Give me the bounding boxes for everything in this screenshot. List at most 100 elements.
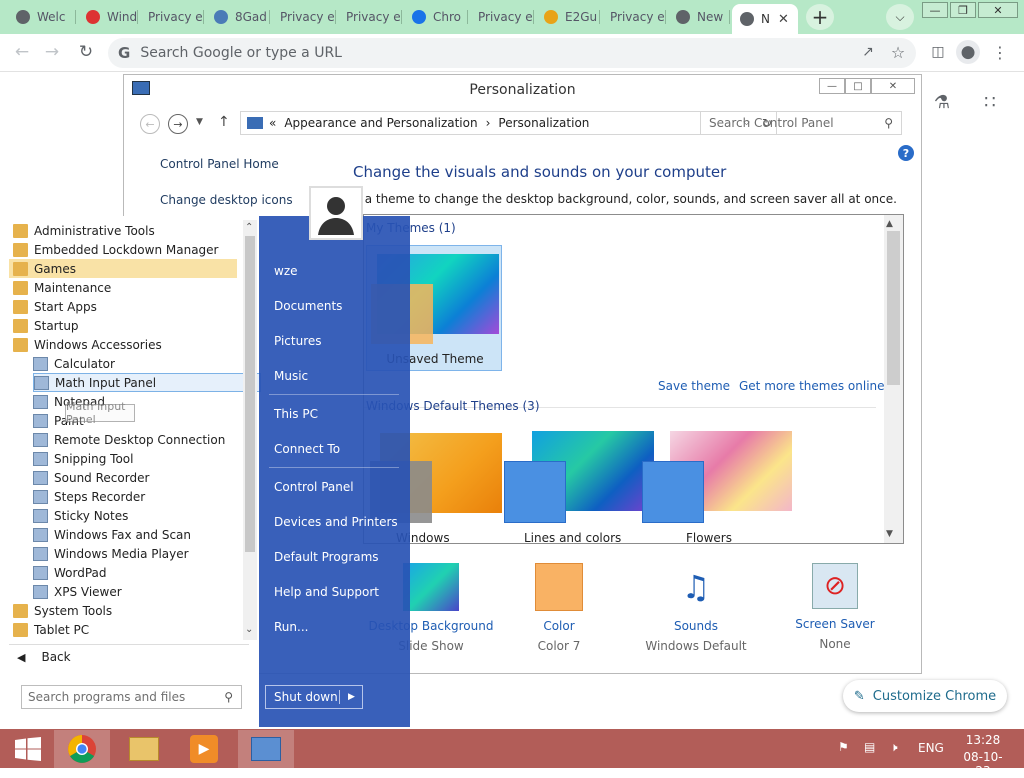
start-right-item[interactable]: Music [274, 369, 308, 383]
cp-recent-dropdown[interactable]: ▼ [196, 117, 203, 127]
tab-5[interactable]: Privacy e [272, 4, 336, 30]
omnibox[interactable]: G Search Google or type a URL [108, 38, 916, 68]
start-right-item[interactable]: Default Programs [274, 550, 379, 564]
profile-button[interactable]: ● [956, 40, 980, 64]
start-search-input[interactable]: Search programs and files ⚲ [21, 685, 242, 709]
tab-6[interactable]: Privacy e [338, 4, 402, 30]
theme-flowers[interactable]: Flowers [642, 425, 792, 545]
user-avatar[interactable] [309, 186, 363, 240]
theme-lines-and-colors[interactable]: Lines and colors [504, 425, 654, 545]
sounds-item[interactable]: ♫ Sounds Windows Default [636, 563, 756, 653]
restore-button[interactable]: ❐ [950, 2, 976, 18]
breadcrumb-appearance[interactable]: Appearance and Personalization [284, 116, 477, 130]
cp-address-bar[interactable]: « Appearance and Personalization › Perso… [240, 111, 777, 135]
scrollbar-thumb[interactable] [887, 231, 900, 385]
scroll-up-arrow[interactable]: ⌃ [245, 222, 253, 233]
customize-chrome-button[interactable]: ✎ Customize Chrome [843, 680, 1007, 712]
tab-12[interactable]: N ✕ [732, 4, 798, 34]
cp-close-button[interactable]: ✕ [871, 78, 915, 94]
tab-3[interactable]: Privacy e [140, 4, 204, 30]
control-panel-home-link[interactable]: Control Panel Home [160, 157, 279, 171]
program-item[interactable]: Sticky Notes [33, 506, 261, 525]
close-tab-icon[interactable]: ✕ [778, 12, 789, 27]
clock[interactable]: 13:28 08-10-23 [958, 733, 1008, 778]
cp-search-input[interactable]: Search Control Panel ⚲ [700, 111, 902, 135]
start-right-item[interactable]: Control Panel [274, 480, 354, 494]
close-window-button[interactable]: ✕ [978, 2, 1018, 18]
program-item[interactable]: WordPad [33, 563, 261, 582]
network-icon[interactable]: ▤ [864, 740, 875, 754]
volume-muted-icon[interactable]: 🕨 [890, 740, 898, 755]
chrome-menu-button[interactable]: ⋮ [988, 40, 1012, 64]
program-item[interactable]: Steps Recorder [33, 487, 261, 506]
share-button[interactable]: ↗ [856, 40, 880, 64]
change-desktop-icons-link[interactable]: Change desktop icons [160, 193, 293, 207]
program-item[interactable]: XPS Viewer [33, 582, 261, 601]
color-item[interactable]: Color Color 7 [504, 563, 614, 653]
start-right-item[interactable]: This PC [274, 407, 318, 421]
back-button[interactable]: ◀ Back [17, 650, 71, 664]
scroll-down-arrow[interactable]: ▼ [886, 529, 893, 539]
side-panel-button[interactable]: ◫ [926, 40, 950, 64]
start-right-item[interactable]: Connect To [274, 442, 340, 456]
start-right-item[interactable]: wze [274, 264, 298, 278]
tab-4[interactable]: 8Gad [206, 4, 270, 30]
program-item[interactable]: Remote Desktop Connection [33, 430, 261, 449]
bookmark-button[interactable]: ☆ [886, 40, 910, 64]
scroll-up-arrow[interactable]: ▲ [886, 219, 893, 229]
help-icon[interactable]: ? [898, 145, 914, 161]
taskbar-control-panel[interactable] [238, 730, 294, 768]
reload-button[interactable]: ↻ [74, 40, 98, 64]
programs-scrollbar[interactable]: ⌃ ⌄ [243, 220, 257, 640]
start-button[interactable] [0, 730, 56, 768]
language-indicator[interactable]: ENG [918, 741, 944, 755]
start-right-item[interactable]: Help and Support [274, 585, 379, 599]
cp-back-button[interactable]: ← [140, 114, 160, 134]
program-item[interactable]: Windows Fax and Scan [33, 525, 261, 544]
program-item[interactable]: Windows Media Player [33, 544, 261, 563]
program-item[interactable]: Math Input Panel [33, 373, 261, 392]
start-right-item[interactable]: Devices and Printers [274, 515, 398, 529]
shutdown-button[interactable]: Shut down ▶ [265, 685, 363, 709]
taskbar-media-player[interactable]: ▶ [176, 730, 232, 768]
apps-button[interactable]: ∷ [978, 90, 1002, 114]
tab-9[interactable]: E2Gu [536, 4, 600, 30]
start-right-item[interactable]: Run... [274, 620, 308, 634]
save-theme-link[interactable]: Save theme [658, 379, 730, 393]
new-tab-button[interactable]: + [806, 4, 834, 30]
program-item[interactable]: Snipping Tool [33, 449, 261, 468]
program-folder[interactable]: Startup [13, 316, 241, 335]
scrollbar-thumb[interactable] [245, 236, 255, 552]
program-folder[interactable]: Administrative Tools [13, 221, 241, 240]
cp-forward-button[interactable]: → [168, 114, 188, 134]
program-folder[interactable]: Start Apps [13, 297, 241, 316]
get-more-themes-link[interactable]: Get more themes online [739, 379, 885, 393]
breadcrumb-personalization[interactable]: Personalization [498, 116, 589, 130]
start-right-item[interactable]: Pictures [274, 334, 322, 348]
shutdown-options-icon[interactable]: ▶ [340, 692, 355, 702]
tab-2[interactable]: Wind [78, 4, 138, 30]
program-item[interactable]: Sound Recorder [33, 468, 261, 487]
screen-saver-item[interactable]: ⊘ Screen Saver None [780, 563, 890, 651]
program-folder[interactable]: Embedded Lockdown Manager [13, 240, 241, 259]
program-folder[interactable]: Windows Accessories [13, 335, 241, 354]
tab-1[interactable]: Welc [8, 4, 76, 30]
forward-button[interactable]: → [40, 40, 64, 64]
tab-8[interactable]: Privacy e [470, 4, 534, 30]
cp-minimize-button[interactable]: — [819, 78, 845, 94]
tab-11[interactable]: New [668, 4, 730, 30]
cp-up-button[interactable]: ↑ [218, 114, 230, 130]
program-folder[interactable]: System Tools [13, 601, 241, 620]
program-item[interactable]: Calculator [33, 354, 261, 373]
tab-7[interactable]: Chro [404, 4, 468, 30]
labs-button[interactable]: ⚗ [930, 90, 954, 114]
program-folder[interactable]: Games [9, 259, 237, 278]
scroll-down-arrow[interactable]: ⌄ [245, 624, 253, 635]
program-folder[interactable]: Maintenance [13, 278, 241, 297]
flag-icon[interactable]: ⚑ [838, 740, 849, 754]
tab-search-button[interactable]: ⌵ [886, 4, 914, 30]
theme-list-scrollbar[interactable]: ▲ ▼ [884, 215, 903, 543]
minimize-button[interactable]: — [922, 2, 948, 18]
back-button[interactable]: ← [10, 40, 34, 64]
cp-maximize-button[interactable]: □ [845, 78, 871, 94]
